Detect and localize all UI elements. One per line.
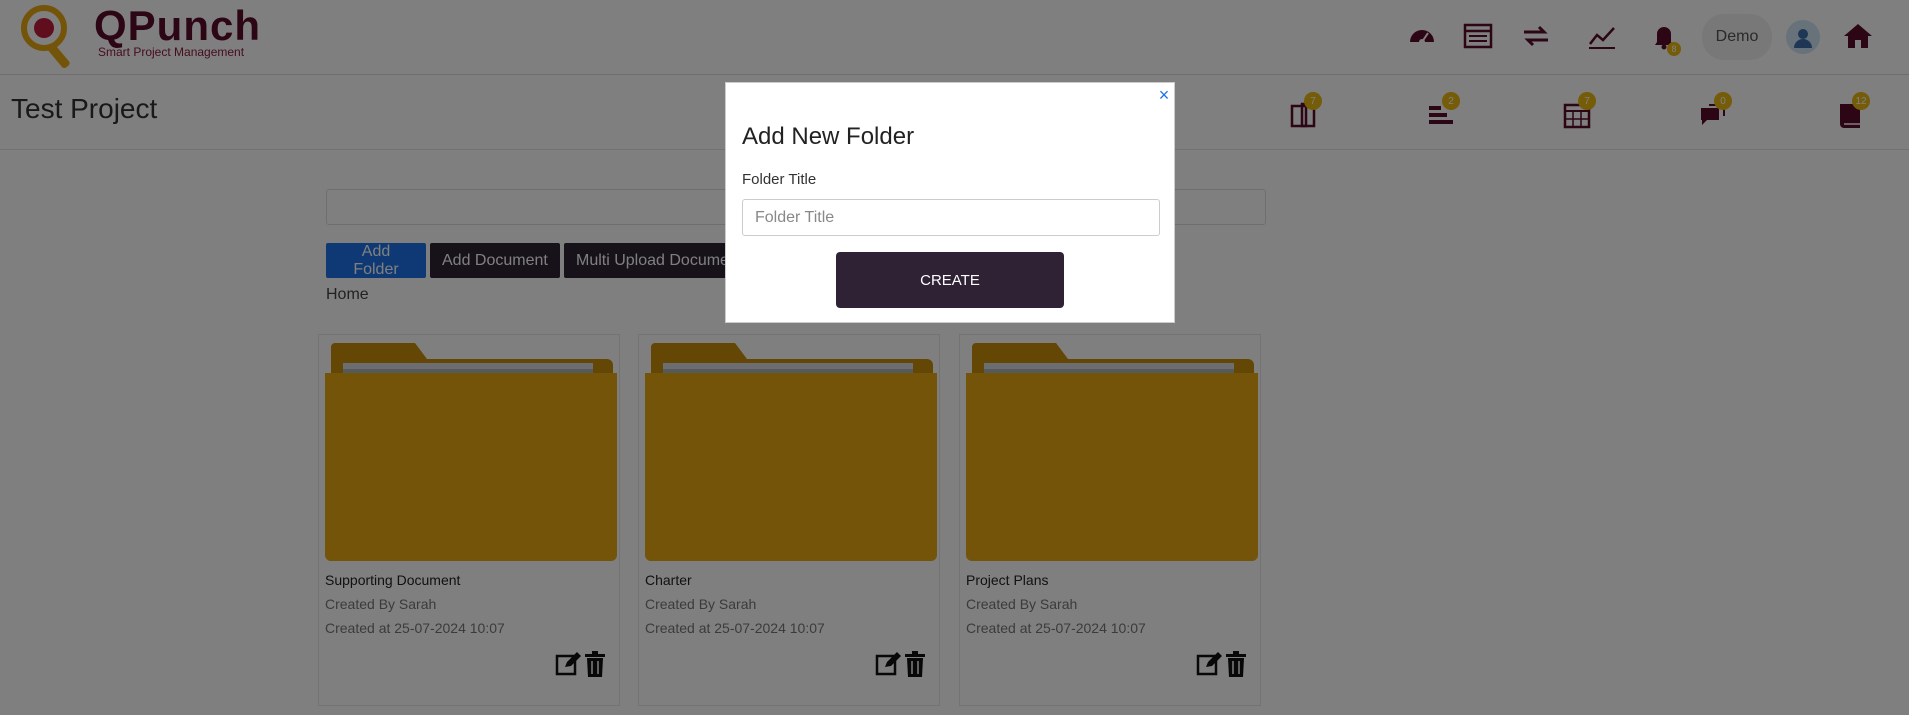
create-button[interactable]: CREATE bbox=[836, 252, 1064, 308]
folder-title-label: Folder Title bbox=[742, 171, 817, 188]
close-icon[interactable]: × bbox=[1156, 86, 1172, 104]
folder-title-input[interactable] bbox=[742, 199, 1160, 236]
add-folder-modal: × Add New Folder Folder Title CREATE bbox=[725, 82, 1175, 323]
modal-title: Add New Folder bbox=[742, 123, 915, 150]
